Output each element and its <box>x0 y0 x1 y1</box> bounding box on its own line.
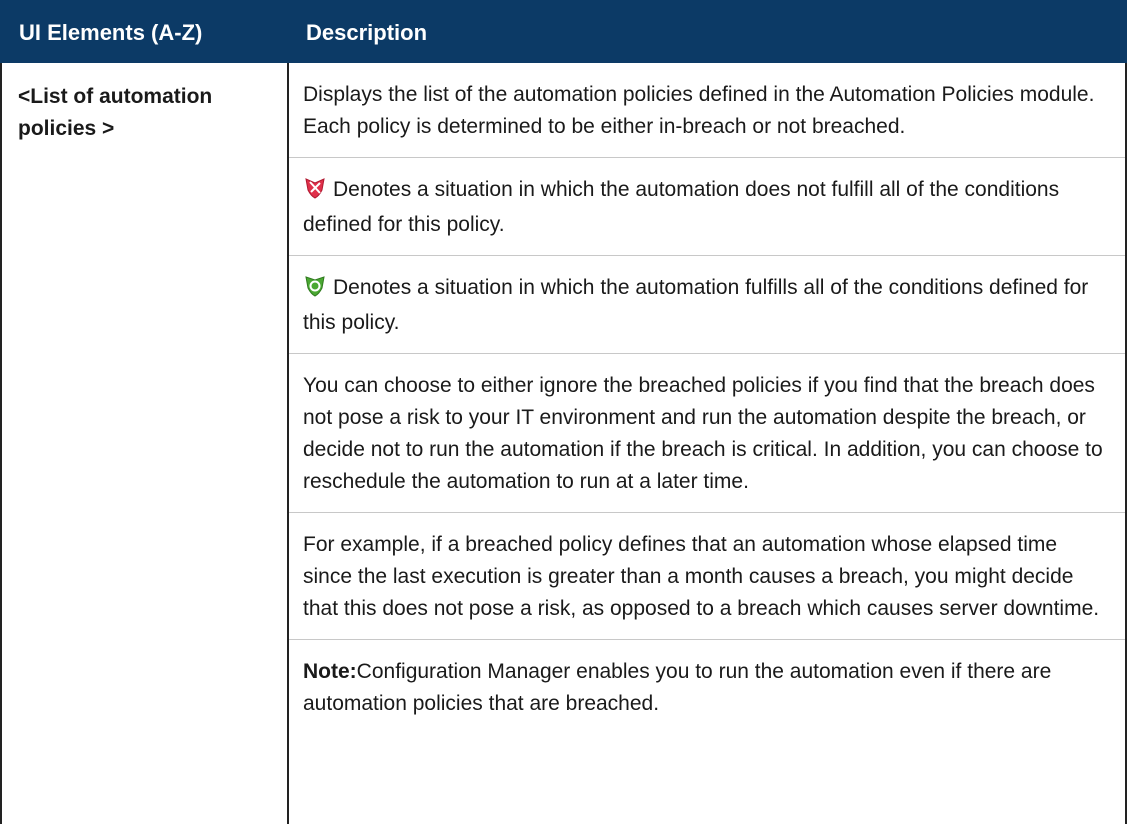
note-text: Configuration Manager enables you to run… <box>303 660 1052 715</box>
note-label: Note: <box>303 660 357 683</box>
breached-text: Denotes a situation in which the automat… <box>303 178 1060 236</box>
description-cell: Displays the list of the automation poli… <box>289 63 1125 824</box>
description-choose: You can choose to either ignore the brea… <box>289 354 1125 513</box>
compliant-policy-icon <box>303 275 327 307</box>
header-ui-elements: UI Elements (A-Z) <box>19 20 203 45</box>
header-description: Description <box>306 20 428 45</box>
breached-description: Denotes a situation in which the automat… <box>289 158 1125 256</box>
table-header: UI Elements (A-Z) Description <box>0 0 1127 63</box>
table-row: <List of automation policies > Displays … <box>0 63 1127 824</box>
not-breached-description: Denotes a situation in which the automat… <box>289 256 1125 354</box>
description-intro: Displays the list of the automation poli… <box>289 63 1125 158</box>
description-note: Note:Configuration Manager enables you t… <box>289 640 1125 734</box>
breached-policy-icon <box>303 177 327 209</box>
ui-elements-table: UI Elements (A-Z) Description <List of a… <box>0 0 1127 824</box>
description-example: For example, if a breached policy define… <box>289 513 1125 640</box>
ui-element-name: <List of automation policies > <box>2 63 289 824</box>
not-breached-text: Denotes a situation in which the automat… <box>303 276 1089 334</box>
